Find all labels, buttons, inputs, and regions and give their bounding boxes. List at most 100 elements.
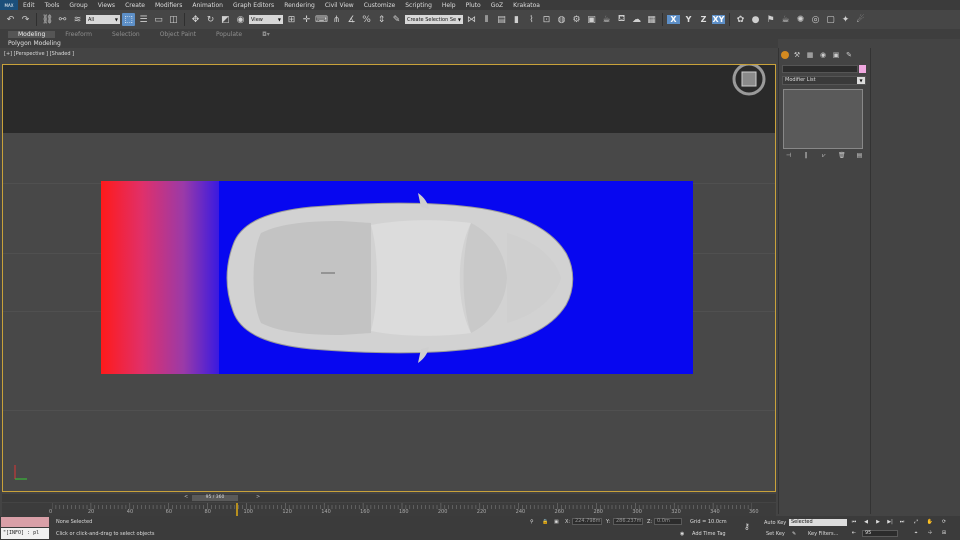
- menu-item-tools[interactable]: Tools: [40, 2, 65, 9]
- key-icon[interactable]: ⚷: [744, 522, 750, 531]
- menu-item-modifiers[interactable]: Modifiers: [150, 2, 187, 9]
- axis-y-button[interactable]: Y: [682, 15, 695, 24]
- bind-spacewarp-icon[interactable]: ≋: [71, 13, 84, 26]
- utilities-tab-icon[interactable]: ✎: [844, 51, 854, 60]
- object-paint-icon[interactable]: ✿: [734, 13, 747, 26]
- snap-toggle-icon[interactable]: ⋔: [330, 13, 343, 26]
- modifier-list-dropdown[interactable]: Modifier List ▼: [782, 76, 866, 85]
- configure-modifier-sets-icon[interactable]: ▤: [855, 152, 864, 160]
- menu-item-help[interactable]: Help: [437, 2, 461, 9]
- menu-item-pluto[interactable]: Pluto: [461, 2, 486, 9]
- next-frame-arrow[interactable]: >: [256, 494, 260, 500]
- rectangle-selection-icon[interactable]: ▭: [152, 13, 165, 26]
- reference-coord-dropdown[interactable]: View ▼: [249, 15, 283, 24]
- object-color-swatch[interactable]: [859, 65, 866, 73]
- key-filter-dropdown[interactable]: Selected: [789, 519, 847, 526]
- render-setup-icon[interactable]: ⚙: [570, 13, 583, 26]
- perspective-viewport[interactable]: [2, 64, 776, 492]
- axis-x-button[interactable]: X: [667, 15, 680, 24]
- current-frame-marker[interactable]: [235, 503, 238, 516]
- tab-object-paint[interactable]: Object Paint: [150, 31, 206, 38]
- go-to-start-icon[interactable]: ⏮: [850, 519, 858, 526]
- axis-z-button[interactable]: Z: [697, 15, 710, 24]
- menu-item-views[interactable]: Views: [93, 2, 120, 9]
- zoom-extents-icon[interactable]: ⤢: [912, 519, 920, 526]
- plugin-icon[interactable]: ✦: [839, 13, 852, 26]
- link-icon[interactable]: ⛓: [41, 13, 54, 26]
- ribbon-options-icon[interactable]: ◘▾: [252, 31, 280, 38]
- tab-freeform[interactable]: Freeform: [55, 31, 102, 38]
- orbit-icon[interactable]: ⟳: [940, 519, 948, 526]
- show-end-result-icon[interactable]: ‖: [802, 152, 811, 160]
- brush-icon[interactable]: ⚑: [764, 13, 777, 26]
- lights-icon[interactable]: ✺: [794, 13, 807, 26]
- next-frame-icon[interactable]: ▶|: [886, 519, 894, 526]
- tab-populate[interactable]: Populate: [206, 31, 252, 38]
- viewcube-icon[interactable]: [731, 64, 767, 97]
- object-name-field[interactable]: [782, 65, 858, 73]
- display-tab-icon[interactable]: ▣: [831, 51, 841, 60]
- menu-item-goz[interactable]: GoZ: [486, 2, 508, 9]
- viewport-label[interactable]: [+] [Perspective ] [Shaded ]: [4, 51, 74, 57]
- key-filters-button[interactable]: Key Filters...: [808, 531, 838, 537]
- menu-item-graph-editors[interactable]: Graph Editors: [228, 2, 279, 9]
- pan-view-icon[interactable]: ✋: [926, 519, 934, 526]
- set-key-button[interactable]: Set Key: [766, 531, 785, 537]
- tab-selection[interactable]: Selection: [102, 31, 150, 38]
- menu-item-create[interactable]: Create: [120, 2, 150, 9]
- select-by-name-icon[interactable]: ☰: [137, 13, 150, 26]
- time-tag-icon[interactable]: ◉: [680, 531, 684, 537]
- menu-item-group[interactable]: Group: [64, 2, 92, 9]
- curve-editor-icon[interactable]: ⌇: [525, 13, 538, 26]
- named-selection-dropdown[interactable]: Create Selection Se ▼: [405, 15, 463, 24]
- align-icon[interactable]: ⫴: [480, 13, 493, 26]
- remove-modifier-icon[interactable]: 🗑: [837, 152, 846, 160]
- scale-icon[interactable]: ◩: [219, 13, 232, 26]
- menu-item-scripting[interactable]: Scripting: [400, 2, 437, 9]
- menu-item-civil-view[interactable]: Civil View: [320, 2, 359, 9]
- selection-lock-icon[interactable]: 🔒: [542, 519, 548, 525]
- menu-item-edit[interactable]: Edit: [18, 2, 40, 9]
- rotate-icon[interactable]: ↻: [204, 13, 217, 26]
- layer-explorer-icon[interactable]: ▤: [495, 13, 508, 26]
- place-icon[interactable]: ◉: [234, 13, 247, 26]
- field-of-view-icon[interactable]: ⌖: [912, 530, 920, 537]
- make-unique-icon[interactable]: ⩗: [820, 152, 829, 160]
- walkthrough-icon[interactable]: ☩: [926, 530, 934, 537]
- populate-icon[interactable]: ●: [749, 13, 762, 26]
- pivot-center-icon[interactable]: ⊞: [285, 13, 298, 26]
- maxscript-input[interactable]: [1, 517, 49, 527]
- angle-snap-icon[interactable]: ∡: [345, 13, 358, 26]
- material-editor-icon[interactable]: ◍: [555, 13, 568, 26]
- motion-tab-icon[interactable]: ◉: [818, 51, 828, 60]
- modifier-stack[interactable]: [783, 89, 863, 149]
- spinner-snap-icon[interactable]: ⇕: [375, 13, 388, 26]
- select-manipulate-icon[interactable]: ✛: [300, 13, 313, 26]
- key-mode-icon[interactable]: ⇤: [850, 530, 858, 537]
- menu-item-krakatoa[interactable]: Krakatoa: [508, 2, 545, 9]
- render-online-icon[interactable]: ▦: [645, 13, 658, 26]
- rendered-frame-icon[interactable]: ▣: [585, 13, 598, 26]
- camera-icon[interactable]: ◎: [809, 13, 822, 26]
- car-model[interactable]: [221, 193, 579, 363]
- render-icon[interactable]: ☕: [600, 13, 613, 26]
- move-icon[interactable]: ✥: [189, 13, 202, 26]
- maxscript-output[interactable]: "[INFO] : pl: [1, 528, 49, 539]
- teapot-icon[interactable]: ☕: [779, 13, 792, 26]
- add-time-tag-button[interactable]: Add Time Tag: [692, 531, 726, 537]
- menu-item-rendering[interactable]: Rendering: [279, 2, 320, 9]
- undo-icon[interactable]: ↶: [4, 13, 17, 26]
- maximize-viewport-icon[interactable]: ⊞: [940, 530, 948, 537]
- redo-icon[interactable]: ↷: [19, 13, 32, 26]
- time-slider[interactable]: 95 / 360: [192, 495, 238, 501]
- selection-filter-dropdown[interactable]: All ▼: [86, 15, 120, 24]
- keyboard-shortcut-icon[interactable]: ⌨: [315, 13, 328, 26]
- track-bar[interactable]: 0 20 40 60 80 100 120 140 160 180 200 220 240 260 280 3…: [2, 503, 776, 516]
- mirror-icon[interactable]: ⋈: [465, 13, 478, 26]
- pin-stack-icon[interactable]: ⊣: [784, 152, 793, 160]
- axis-xy-button[interactable]: XY: [712, 15, 725, 24]
- go-to-end-icon[interactable]: ⏭: [898, 519, 906, 526]
- tab-modeling[interactable]: Modeling: [8, 30, 56, 38]
- script-icon[interactable]: ☄: [854, 13, 867, 26]
- percent-snap-icon[interactable]: %: [360, 13, 373, 26]
